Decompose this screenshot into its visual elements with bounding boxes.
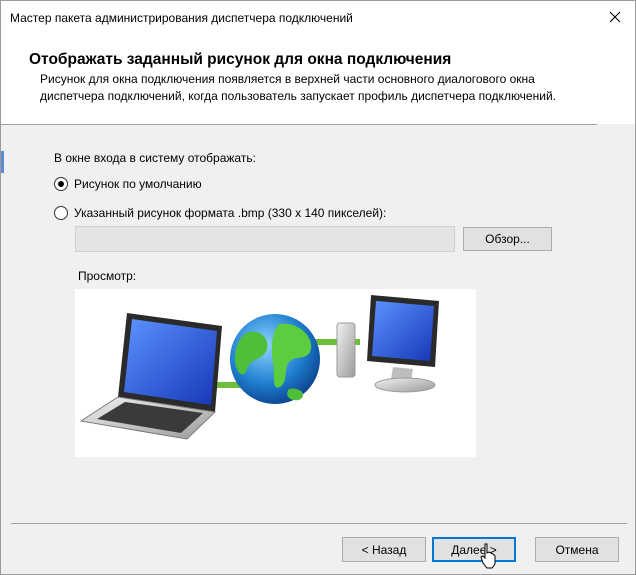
- custom-image-radio[interactable]: [54, 206, 68, 220]
- close-button[interactable]: [595, 1, 635, 33]
- connection-illustration: [79, 295, 439, 440]
- monitor-icon: [336, 295, 439, 393]
- back-button[interactable]: < Назад: [342, 537, 426, 562]
- footer-divider: [11, 523, 627, 524]
- default-image-radio-option[interactable]: Рисунок по умолчанию: [54, 177, 202, 191]
- title-bar: Мастер пакета администрирования диспетче…: [1, 1, 635, 33]
- preview-image: [75, 289, 476, 457]
- cancel-button[interactable]: Отмена: [535, 537, 619, 562]
- custom-image-radio-label: Указанный рисунок формата .bmp (330 x 14…: [74, 206, 387, 220]
- default-image-radio[interactable]: [54, 177, 68, 191]
- close-icon: [609, 11, 621, 23]
- page-description: Рисунок для окна подключения появляется …: [40, 72, 556, 103]
- default-image-radio-label: Рисунок по умолчанию: [74, 177, 202, 191]
- laptop-icon: [79, 313, 222, 440]
- browse-button[interactable]: Обзор...: [463, 227, 552, 251]
- header-divider: [1, 124, 597, 125]
- left-edge-marker: [1, 151, 4, 173]
- wizard-header: Отображать заданный рисунок для окна под…: [1, 33, 635, 124]
- window-title: Мастер пакета администрирования диспетче…: [10, 11, 353, 25]
- page-title: Отображать заданный рисунок для окна под…: [29, 51, 452, 68]
- globe-icon: [230, 314, 320, 404]
- custom-image-radio-option[interactable]: Указанный рисунок формата .bmp (330 x 14…: [54, 206, 386, 220]
- display-option-label: В окне входа в систему отображать:: [54, 151, 256, 165]
- preview-label: Просмотр:: [78, 269, 137, 283]
- wizard-window: Мастер пакета администрирования диспетче…: [0, 0, 636, 575]
- next-button[interactable]: Далее >: [432, 537, 516, 562]
- bmp-path-input[interactable]: [75, 226, 455, 252]
